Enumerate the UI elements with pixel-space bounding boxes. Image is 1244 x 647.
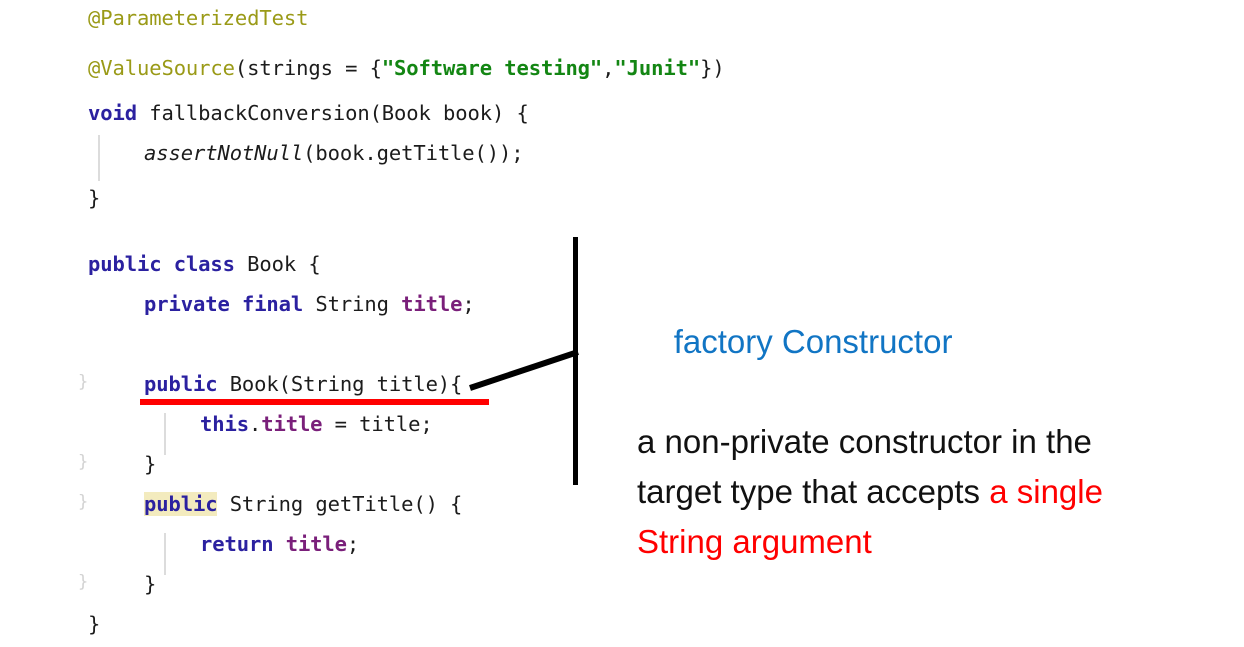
- code-token: this: [200, 412, 249, 436]
- callout-annotation: factory Constructor a non-private constr…: [637, 267, 1207, 567]
- code-line: @ValueSource(strings = {"Software testin…: [88, 56, 725, 80]
- callout-title-text: factory Constructor: [673, 323, 953, 360]
- code-token: ,: [602, 56, 615, 80]
- code-token: "Junit": [614, 56, 701, 80]
- code-token: void: [88, 101, 137, 125]
- code-line: public Book(String title){: [144, 372, 462, 396]
- code-token: final: [241, 292, 304, 316]
- code-token: @ParameterizedTest: [88, 6, 309, 30]
- code-token: title: [401, 292, 463, 316]
- indent-guide-gettitle-body: [164, 533, 166, 575]
- code-token: ;: [346, 532, 360, 556]
- code-token: @ValueSource: [88, 56, 235, 80]
- indent-guide-method-body: [98, 135, 100, 181]
- code-line: assertNotNull(book.getTitle());: [144, 141, 524, 165]
- code-editor-pane: } } } } @ParameterizedTest @ValueSource(s…: [0, 0, 725, 647]
- code-token: class: [173, 252, 235, 276]
- code-token: public: [144, 372, 218, 396]
- callout-body-line: String argument: [637, 517, 1207, 567]
- callout-body-segment: String argument: [637, 523, 872, 560]
- code-token: "Software testing": [381, 56, 603, 80]
- code-token: }: [88, 186, 101, 210]
- code-token: private: [144, 292, 230, 316]
- code-token: fallbackConversion(Book book) {: [136, 101, 529, 125]
- callout-body-line: a non-private constructor in the: [637, 417, 1207, 467]
- code-token: public: [144, 492, 218, 516]
- code-token: }): [700, 56, 725, 80]
- code-token: .: [248, 412, 262, 436]
- code-line: }: [144, 452, 156, 476]
- callout-leader-line: [469, 349, 579, 391]
- callout-body: a non-private constructor in the target t…: [637, 417, 1207, 567]
- code-line: }: [144, 572, 156, 596]
- callout-title: factory Constructor: [637, 267, 1207, 417]
- code-token: title: [261, 412, 323, 436]
- code-line: }: [88, 186, 100, 210]
- callout-body-segment: a non-private constructor in the: [637, 423, 1092, 460]
- callout-body-line: target type that accepts a single: [637, 467, 1207, 517]
- fold-marker-gettitle-end[interactable]: }: [78, 572, 88, 592]
- code-token: ;: [462, 292, 475, 316]
- code-token: assertNotNull: [144, 141, 304, 165]
- code-token: Book(String title){: [217, 372, 463, 396]
- code-token: }: [88, 612, 101, 636]
- code-token: = title;: [322, 412, 433, 436]
- code-token: Book {: [234, 252, 321, 276]
- red-underline-marker: [140, 399, 489, 405]
- code-token: }: [144, 572, 157, 596]
- code-line: return title;: [200, 532, 359, 556]
- code-line: public class Book {: [88, 252, 321, 276]
- callout-body-segment: a single: [989, 473, 1103, 510]
- callout-body-segment: target type that accepts: [637, 473, 990, 510]
- fold-marker-constructor-end[interactable]: }: [78, 452, 88, 472]
- code-token: public: [88, 252, 162, 276]
- indent-guide-constructor-body: [164, 413, 166, 455]
- code-token: return: [200, 532, 274, 556]
- fold-marker-constructor[interactable]: }: [78, 372, 88, 392]
- code-token: String getTitle() {: [217, 492, 463, 516]
- code-token: (strings = {: [234, 56, 382, 80]
- fold-marker-gettitle[interactable]: }: [78, 492, 88, 512]
- code-token: title: [285, 532, 347, 556]
- code-line: public String getTitle() {: [144, 492, 462, 516]
- code-line: this.title = title;: [200, 412, 433, 436]
- code-line: private final String title;: [144, 292, 475, 316]
- code-line: @ParameterizedTest: [88, 6, 308, 30]
- code-token: (book.getTitle());: [303, 141, 524, 165]
- code-token: }: [144, 452, 157, 476]
- code-token: String: [303, 292, 402, 316]
- code-line: }: [88, 612, 100, 636]
- code-line: void fallbackConversion(Book book) {: [88, 101, 529, 125]
